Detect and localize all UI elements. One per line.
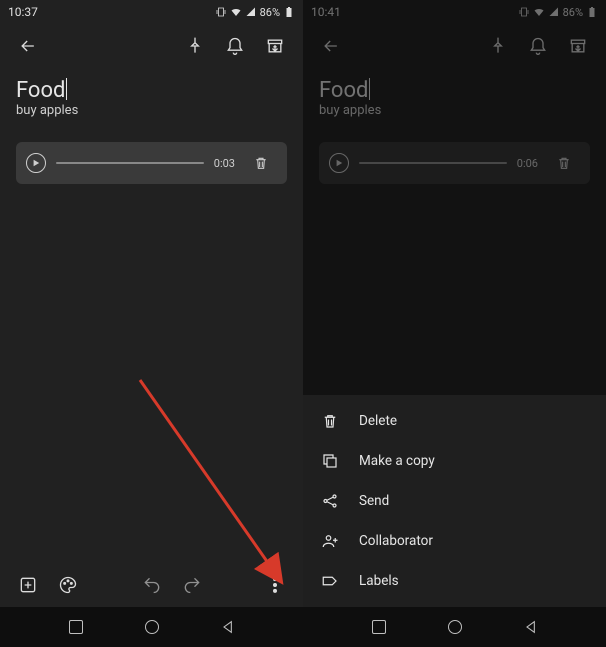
undo-button[interactable] <box>136 569 168 601</box>
back-button[interactable] <box>315 30 347 62</box>
menu-collaborator[interactable]: Collaborator <box>303 521 606 561</box>
palette-button[interactable] <box>52 569 84 601</box>
bottom-toolbar <box>0 563 303 607</box>
audio-duration: 0:03 <box>214 157 235 170</box>
copy-icon <box>321 452 339 470</box>
person-add-icon <box>321 532 339 550</box>
signal-icon <box>245 6 257 18</box>
note-body-input[interactable]: buy apples <box>319 103 590 118</box>
menu-delete-label: Delete <box>359 413 397 429</box>
nav-back-button[interactable] <box>212 611 244 643</box>
status-icons: 86% <box>518 6 598 19</box>
add-button[interactable] <box>12 569 44 601</box>
system-nav-bar <box>303 607 606 647</box>
signal-icon <box>548 6 560 18</box>
clock: 10:41 <box>311 5 341 19</box>
nav-back-button[interactable] <box>515 611 547 643</box>
vibrate-icon <box>518 6 530 18</box>
delete-audio-button[interactable] <box>548 147 580 179</box>
note-content: Food buy apples 0:03 <box>0 68 303 563</box>
text-cursor <box>369 78 370 100</box>
trash-icon <box>321 412 339 430</box>
archive-button[interactable] <box>562 30 594 62</box>
menu-copy[interactable]: Make a copy <box>303 441 606 481</box>
battery-icon <box>283 6 295 18</box>
menu-copy-label: Make a copy <box>359 453 435 469</box>
screen-right: 10:41 86% Food buy apples 0:06 D <box>303 0 606 647</box>
recents-button[interactable] <box>60 611 92 643</box>
battery-icon <box>586 6 598 18</box>
pin-button[interactable] <box>482 30 514 62</box>
menu-labels[interactable]: Labels <box>303 561 606 601</box>
menu-delete[interactable]: Delete <box>303 401 606 441</box>
system-nav-bar <box>0 607 303 647</box>
back-button[interactable] <box>12 30 44 62</box>
menu-collaborator-label: Collaborator <box>359 533 433 549</box>
battery-text: 86% <box>563 6 583 19</box>
home-button[interactable] <box>439 611 471 643</box>
delete-audio-button[interactable] <box>245 147 277 179</box>
recents-button[interactable] <box>363 611 395 643</box>
battery-text: 86% <box>260 6 280 19</box>
wifi-icon <box>533 6 545 18</box>
wifi-icon <box>230 6 242 18</box>
audio-waveform[interactable] <box>56 162 204 164</box>
screen-left: 10:37 86% Food buy apples <box>0 0 303 647</box>
status-icons: 86% <box>215 6 295 19</box>
text-cursor <box>66 78 67 100</box>
redo-button[interactable] <box>176 569 208 601</box>
note-title-input[interactable]: Food <box>319 78 368 103</box>
label-icon <box>321 572 339 590</box>
vibrate-icon <box>215 6 227 18</box>
audio-duration: 0:06 <box>517 157 538 170</box>
clock: 10:37 <box>8 5 38 19</box>
menu-labels-label: Labels <box>359 573 399 589</box>
play-button[interactable] <box>329 153 349 173</box>
note-body-input[interactable]: buy apples <box>16 103 287 118</box>
pin-button[interactable] <box>179 30 211 62</box>
menu-send-label: Send <box>359 493 389 509</box>
status-bar: 10:37 86% <box>0 0 303 24</box>
menu-send[interactable]: Send <box>303 481 606 521</box>
share-icon <box>321 492 339 510</box>
app-bar <box>303 24 606 68</box>
reminder-button[interactable] <box>219 30 251 62</box>
note-title-input[interactable]: Food <box>16 78 65 103</box>
app-bar <box>0 24 303 68</box>
home-button[interactable] <box>136 611 168 643</box>
archive-button[interactable] <box>259 30 291 62</box>
audio-recording-chip: 0:03 <box>16 142 287 184</box>
play-button[interactable] <box>26 153 46 173</box>
reminder-button[interactable] <box>522 30 554 62</box>
more-button[interactable] <box>259 569 291 601</box>
audio-waveform[interactable] <box>359 162 507 164</box>
status-bar: 10:41 86% <box>303 0 606 24</box>
audio-recording-chip: 0:06 <box>319 142 590 184</box>
overflow-menu-sheet: Delete Make a copy Send Collaborator Lab… <box>303 395 606 607</box>
